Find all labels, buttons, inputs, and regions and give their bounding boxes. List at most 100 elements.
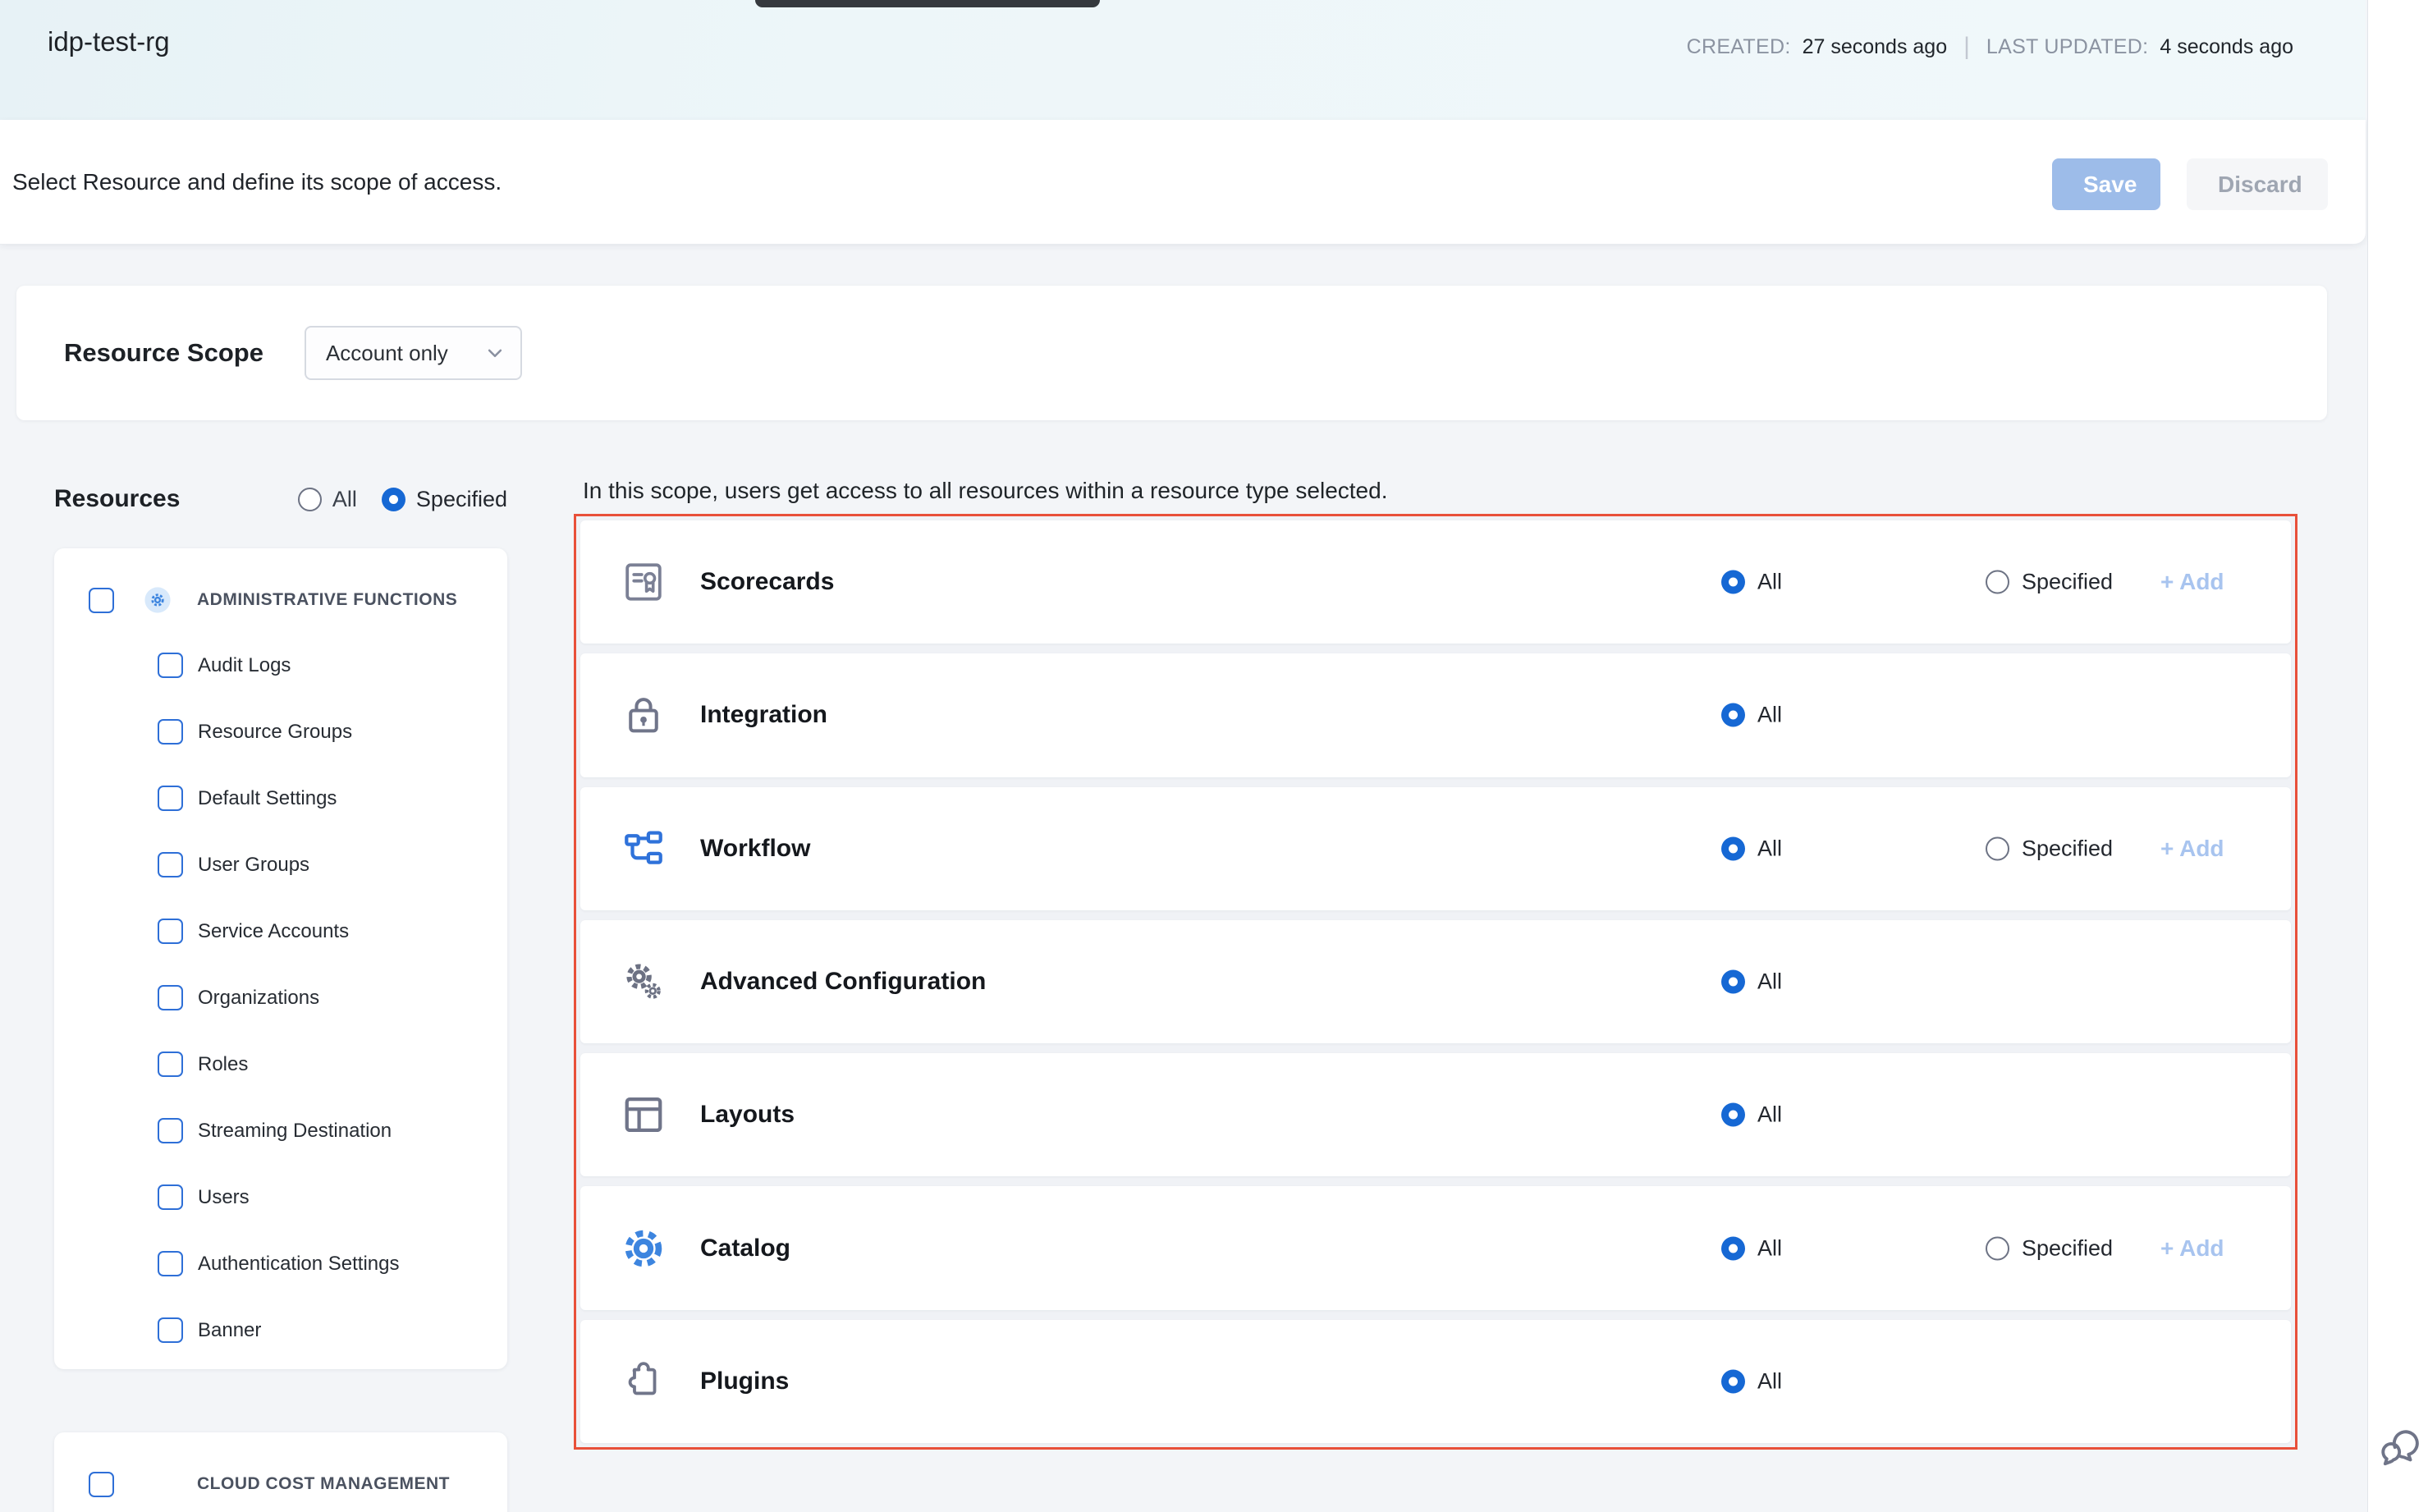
admin-gear-icon xyxy=(144,586,172,614)
scope-intro-text: In this scope, users get access to all r… xyxy=(583,478,1387,504)
item-label: Default Settings xyxy=(198,787,337,810)
row-specified-option[interactable]: Specified xyxy=(1986,570,2113,595)
workflow-icon xyxy=(621,827,666,871)
group-checkbox[interactable] xyxy=(89,588,114,613)
resources-title: Resources xyxy=(54,485,180,513)
item-checkbox[interactable] xyxy=(158,1317,183,1343)
page-title: idp-test-rg xyxy=(48,26,170,57)
item-checkbox[interactable] xyxy=(158,919,183,944)
top-dark-bar xyxy=(755,0,1100,7)
row-specified-option[interactable]: Specified xyxy=(1986,836,2113,861)
item-label: Audit Logs xyxy=(198,654,291,677)
created-label: CREATED: xyxy=(1687,35,1791,59)
all-radio[interactable] xyxy=(298,488,322,511)
last-updated-value: 4 seconds ago xyxy=(2160,35,2293,59)
row-label: Integration xyxy=(700,701,827,729)
row-all-radio[interactable] xyxy=(1721,1103,1745,1127)
row-all-option[interactable]: All xyxy=(1721,836,1782,861)
plugins-puzzle-icon xyxy=(621,1359,666,1404)
row-all-radio[interactable] xyxy=(1721,969,1745,993)
last-updated-label: LAST UPDATED: xyxy=(1986,35,2148,59)
resource-item: Organizations xyxy=(158,964,507,1031)
row-all-option[interactable]: All xyxy=(1721,570,1782,595)
item-checkbox[interactable] xyxy=(158,1118,183,1143)
resource-group-header: $ CLOUD COST MANAGEMENT xyxy=(89,1457,507,1511)
item-checkbox[interactable] xyxy=(158,985,183,1010)
specified-radio[interactable] xyxy=(382,488,405,511)
row-label: Scorecards xyxy=(700,568,834,596)
item-checkbox[interactable] xyxy=(158,719,183,745)
resources-specified-radio-option[interactable]: Specified xyxy=(382,487,507,512)
resource-scope-label: Resource Scope xyxy=(64,338,263,368)
item-label: Resource Groups xyxy=(198,721,352,744)
row-all-label: All xyxy=(1757,836,1782,861)
row-specified-radio[interactable] xyxy=(1986,836,2009,860)
save-button[interactable]: Save xyxy=(2052,158,2160,210)
item-checkbox[interactable] xyxy=(158,786,183,811)
resource-group: ADMINISTRATIVE FUNCTIONS Audit Logs Reso… xyxy=(54,573,507,1363)
row-all-radio[interactable] xyxy=(1721,1369,1745,1393)
row-label: Workflow xyxy=(700,835,810,863)
resource-group-header: ADMINISTRATIVE FUNCTIONS xyxy=(89,573,507,627)
row-all-radio[interactable] xyxy=(1721,570,1745,594)
row-label: Layouts xyxy=(700,1101,795,1129)
row-specified-label: Specified xyxy=(2022,836,2113,861)
row-specified-label: Specified xyxy=(2022,570,2113,595)
resources-all-radio-option[interactable]: All xyxy=(298,487,357,512)
item-checkbox[interactable] xyxy=(158,1184,183,1210)
cloud-dollar-icon: $ xyxy=(144,1470,172,1498)
item-checkbox[interactable] xyxy=(158,653,183,678)
resource-item: Authentication Settings xyxy=(158,1230,507,1297)
item-checkbox[interactable] xyxy=(158,1052,183,1077)
item-checkbox[interactable] xyxy=(158,1251,183,1276)
resource-type-row: Advanced Configuration All xyxy=(580,920,2291,1043)
row-all-radio[interactable] xyxy=(1721,703,1745,727)
row-all-option[interactable]: All xyxy=(1721,1368,1782,1394)
page-header-banner: idp-test-rg CREATED: 27 seconds ago | LA… xyxy=(0,0,2366,120)
row-specified-radio[interactable] xyxy=(1986,1236,2009,1260)
row-all-option[interactable]: All xyxy=(1721,969,1782,994)
resource-type-row: Plugins All xyxy=(580,1320,2291,1443)
resource-group-card-ccm: $ CLOUD COST MANAGEMENT Recommendations xyxy=(54,1432,507,1512)
right-gutter xyxy=(2367,0,2428,1512)
add-link[interactable]: + Add xyxy=(2160,1235,2224,1262)
chevron-down-icon xyxy=(483,341,507,365)
row-all-option[interactable]: All xyxy=(1721,1235,1782,1261)
resources-header: Resources All Specified xyxy=(54,473,507,525)
row-all-label: All xyxy=(1757,1235,1782,1261)
item-label: Service Accounts xyxy=(198,920,349,943)
integration-lock-icon xyxy=(621,693,666,737)
resource-types-highlight-box: Scorecards All Specified + Add Integrati… xyxy=(574,514,2297,1450)
item-label: Users xyxy=(198,1186,250,1209)
resource-scope-value: Account only xyxy=(326,341,448,366)
group-checkbox[interactable] xyxy=(89,1472,114,1497)
group-label: ADMINISTRATIVE FUNCTIONS xyxy=(197,590,457,610)
row-all-option[interactable]: All xyxy=(1721,703,1782,728)
row-all-radio[interactable] xyxy=(1721,836,1745,860)
row-all-option[interactable]: All xyxy=(1721,1102,1782,1128)
resource-item: Default Settings xyxy=(158,765,507,832)
action-toolbar: Select Resource and define its scope of … xyxy=(0,120,2366,245)
row-all-label: All xyxy=(1757,703,1782,728)
chat-help-icon[interactable] xyxy=(2375,1422,2423,1469)
row-label: Advanced Configuration xyxy=(700,968,986,996)
discard-button[interactable]: Discard xyxy=(2187,158,2328,210)
row-all-label: All xyxy=(1757,570,1782,595)
item-label: Organizations xyxy=(198,987,319,1010)
resource-item: Audit Logs xyxy=(158,632,507,699)
add-link[interactable]: + Add xyxy=(2160,569,2224,595)
resource-scope-dropdown[interactable]: Account only xyxy=(305,326,522,380)
catalog-gear-icon xyxy=(621,1226,666,1271)
row-all-radio[interactable] xyxy=(1721,1236,1745,1260)
toolbar-description: Select Resource and define its scope of … xyxy=(12,169,502,195)
row-specified-radio[interactable] xyxy=(1986,570,2009,594)
layouts-icon xyxy=(621,1093,666,1137)
resource-type-row: Catalog All Specified + Add xyxy=(580,1186,2291,1309)
add-link[interactable]: + Add xyxy=(2160,836,2224,862)
row-all-label: All xyxy=(1757,1102,1782,1128)
row-specified-option[interactable]: Specified xyxy=(1986,1235,2113,1261)
item-label: Streaming Destination xyxy=(198,1120,392,1143)
item-checkbox[interactable] xyxy=(158,852,183,877)
row-specified-label: Specified xyxy=(2022,1235,2113,1261)
row-all-label: All xyxy=(1757,1368,1782,1394)
